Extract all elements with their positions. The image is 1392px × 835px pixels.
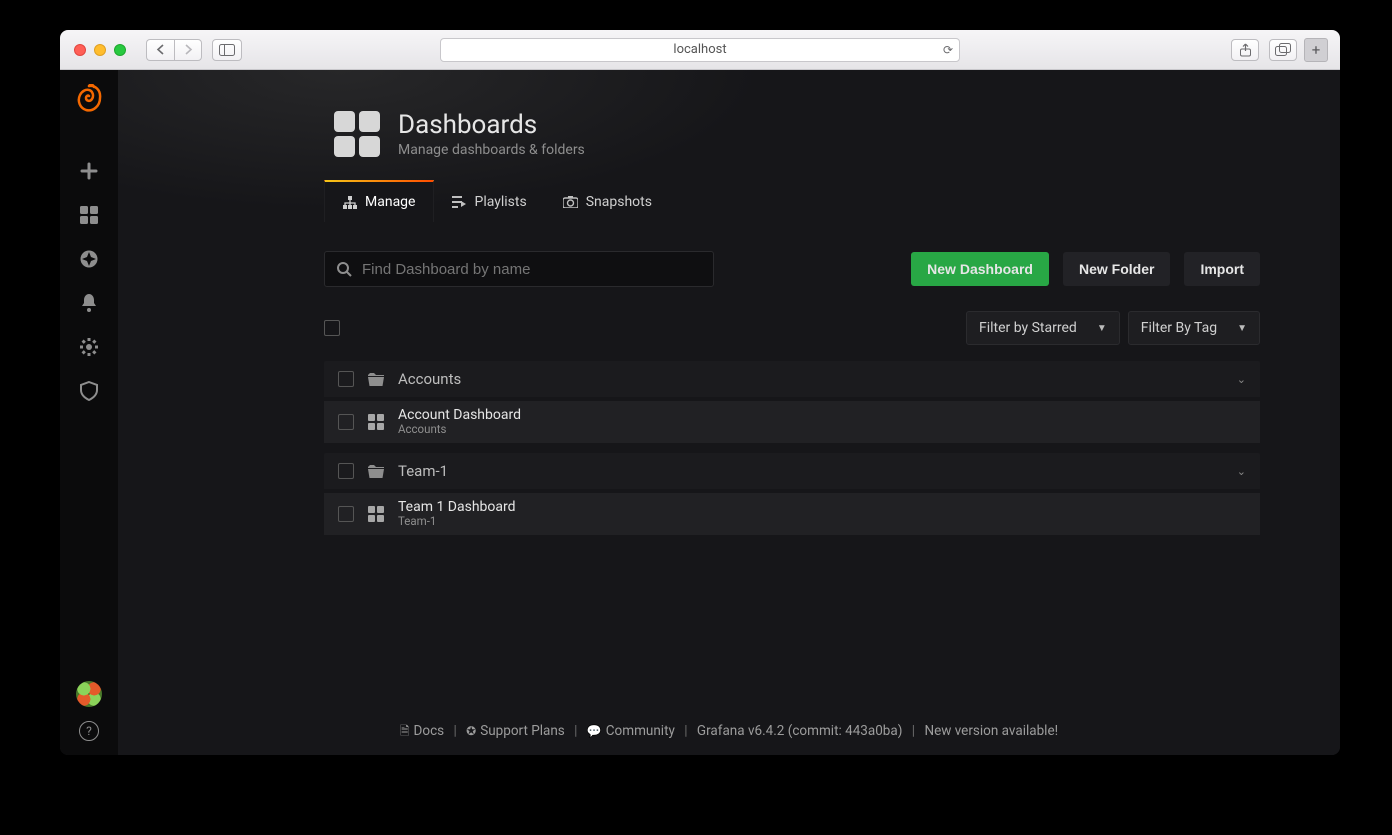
share-button[interactable] — [1231, 39, 1259, 61]
footer-version: Grafana v6.4.2 (commit: 443a0ba) — [691, 723, 909, 739]
sidebar-alerting-icon[interactable] — [72, 286, 106, 320]
sidebar-admin-icon[interactable] — [72, 374, 106, 408]
filter-tag-select[interactable]: Filter By Tag ▼ — [1128, 311, 1260, 345]
sidebar-explore-icon[interactable] — [72, 242, 106, 276]
dashboard-icon — [368, 506, 384, 522]
tab-snapshots[interactable]: Snapshots — [545, 180, 670, 222]
community-icon: 💬 — [587, 724, 602, 738]
reload-icon[interactable]: ⟳ — [943, 43, 953, 57]
dashboard-title: Team 1 Dashboard — [398, 500, 516, 515]
search-box[interactable] — [324, 251, 714, 287]
playlist-icon — [452, 196, 466, 208]
close-window-button[interactable] — [74, 44, 86, 56]
tab-snapshots-label: Snapshots — [586, 194, 652, 210]
chevron-down-icon: ⌄ — [1237, 373, 1246, 386]
dashboard-row[interactable]: Account Dashboard Accounts — [324, 401, 1260, 443]
url-text: localhost — [673, 42, 726, 57]
tab-playlists[interactable]: Playlists — [434, 180, 544, 222]
chevron-down-icon: ⌄ — [1237, 465, 1246, 478]
dashboard-title: Account Dashboard — [398, 408, 521, 423]
sidebar-toggle-button[interactable] — [212, 39, 242, 61]
help-icon[interactable]: ? — [79, 721, 99, 741]
footer-docs-link[interactable]: 🗎Docs — [394, 723, 450, 739]
forward-button[interactable] — [174, 39, 202, 61]
folder-icon — [368, 465, 384, 478]
nav-buttons — [146, 39, 202, 61]
dashboard-subfolder: Team-1 — [398, 515, 516, 528]
url-bar[interactable]: localhost ⟳ — [440, 38, 960, 62]
sitemap-icon — [343, 196, 357, 209]
footer-update-link[interactable]: New version available! — [918, 723, 1064, 739]
page-subtitle: Manage dashboards & folders — [398, 142, 585, 158]
footer-support-link[interactable]: ✪Support Plans — [460, 723, 571, 739]
sidebar-dashboards-icon[interactable] — [72, 198, 106, 232]
page-title: Dashboards — [398, 110, 585, 140]
dashboard-row[interactable]: Team 1 Dashboard Team-1 — [324, 493, 1260, 535]
main: Dashboards Manage dashboards & folders M… — [118, 70, 1340, 755]
window-controls — [60, 44, 126, 56]
dashboard-icon — [368, 414, 384, 430]
page-header: Dashboards Manage dashboards & folders — [118, 70, 1340, 158]
filter-tag-label: Filter By Tag — [1141, 320, 1217, 336]
sidebar-configuration-icon[interactable] — [72, 330, 106, 364]
new-folder-button[interactable]: New Folder — [1063, 252, 1170, 286]
back-button[interactable] — [146, 39, 174, 61]
browser-titlebar: localhost ⟳ + — [60, 30, 1340, 70]
chevron-down-icon: ▼ — [1237, 323, 1247, 334]
filter-row: Filter by Starred ▼ Filter By Tag ▼ — [324, 311, 1260, 345]
sidebar: ? — [60, 70, 118, 755]
folder-checkbox[interactable] — [338, 371, 354, 387]
chevron-down-icon: ▼ — [1097, 323, 1107, 334]
new-dashboard-button[interactable]: New Dashboard — [911, 252, 1049, 286]
tab-manage-label: Manage — [365, 194, 415, 210]
tabs: Manage Playlists Snapshots — [324, 180, 1340, 223]
tab-playlists-label: Playlists — [474, 194, 526, 210]
filter-starred-select[interactable]: Filter by Starred ▼ — [966, 311, 1120, 345]
folder-row[interactable]: Team-1 ⌄ — [324, 453, 1260, 489]
camera-icon — [563, 196, 578, 208]
sidebar-create-icon[interactable] — [72, 154, 106, 188]
select-all-checkbox[interactable] — [324, 320, 340, 336]
folder-name: Accounts — [398, 370, 461, 388]
toolbar: New Dashboard New Folder Import — [324, 251, 1260, 287]
filter-starred-label: Filter by Starred — [979, 320, 1077, 336]
grafana-logo-icon[interactable] — [75, 84, 103, 114]
user-avatar[interactable] — [76, 681, 102, 707]
dashboard-list: Accounts ⌄ Account Dashboard Accounts — [324, 361, 1260, 535]
fullscreen-window-button[interactable] — [114, 44, 126, 56]
dashboard-checkbox[interactable] — [338, 414, 354, 430]
import-button[interactable]: Import — [1184, 252, 1260, 286]
search-icon — [337, 262, 352, 277]
dashboards-header-icon — [334, 111, 380, 157]
doc-icon: 🗎 — [400, 724, 410, 738]
search-input[interactable] — [362, 261, 701, 278]
footer-community-link[interactable]: 💬Community — [581, 723, 681, 739]
folder-icon — [368, 373, 384, 386]
folder-checkbox[interactable] — [338, 463, 354, 479]
tabs-button[interactable] — [1269, 39, 1297, 61]
folder-name: Team-1 — [398, 462, 448, 480]
new-tab-button[interactable]: + — [1304, 38, 1328, 62]
dashboard-checkbox[interactable] — [338, 506, 354, 522]
support-icon: ✪ — [466, 724, 476, 738]
browser-window: localhost ⟳ + — [60, 30, 1340, 755]
footer: 🗎Docs | ✪Support Plans | 💬Community | Gr… — [118, 722, 1340, 743]
tab-manage[interactable]: Manage — [324, 180, 434, 222]
minimize-window-button[interactable] — [94, 44, 106, 56]
app-body: ? Dashboards Manage dashboards & folders — [60, 70, 1340, 755]
dashboard-subfolder: Accounts — [398, 423, 521, 436]
folder-row[interactable]: Accounts ⌄ — [324, 361, 1260, 397]
